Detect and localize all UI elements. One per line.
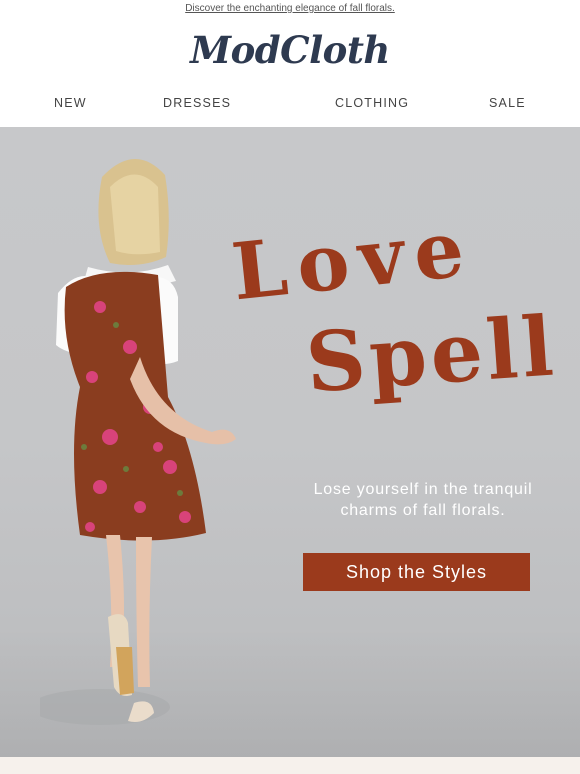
headline-spell: Spell [302,298,561,412]
hero-tagline: Lose yourself in the tranquil charms of … [313,481,533,519]
main-nav: NEW DRESSES CLOTHING SALE [0,96,580,112]
nav-item-clothing[interactable]: CLOTHING [335,96,409,110]
nav-item-new[interactable]: NEW [54,96,87,110]
nav-item-sale[interactable]: SALE [489,96,526,110]
preheader-link[interactable]: Discover the enchanting elegance of fall… [0,3,580,15]
hero-banner[interactable]: Love Spell Lose yourself in the tranquil… [0,127,580,757]
brand-logo[interactable]: ModCloth [0,28,580,72]
shop-the-styles-button[interactable]: Shop the Styles [303,553,530,591]
next-section-peek [0,757,580,774]
nav-item-dresses[interactable]: DRESSES [163,96,231,110]
